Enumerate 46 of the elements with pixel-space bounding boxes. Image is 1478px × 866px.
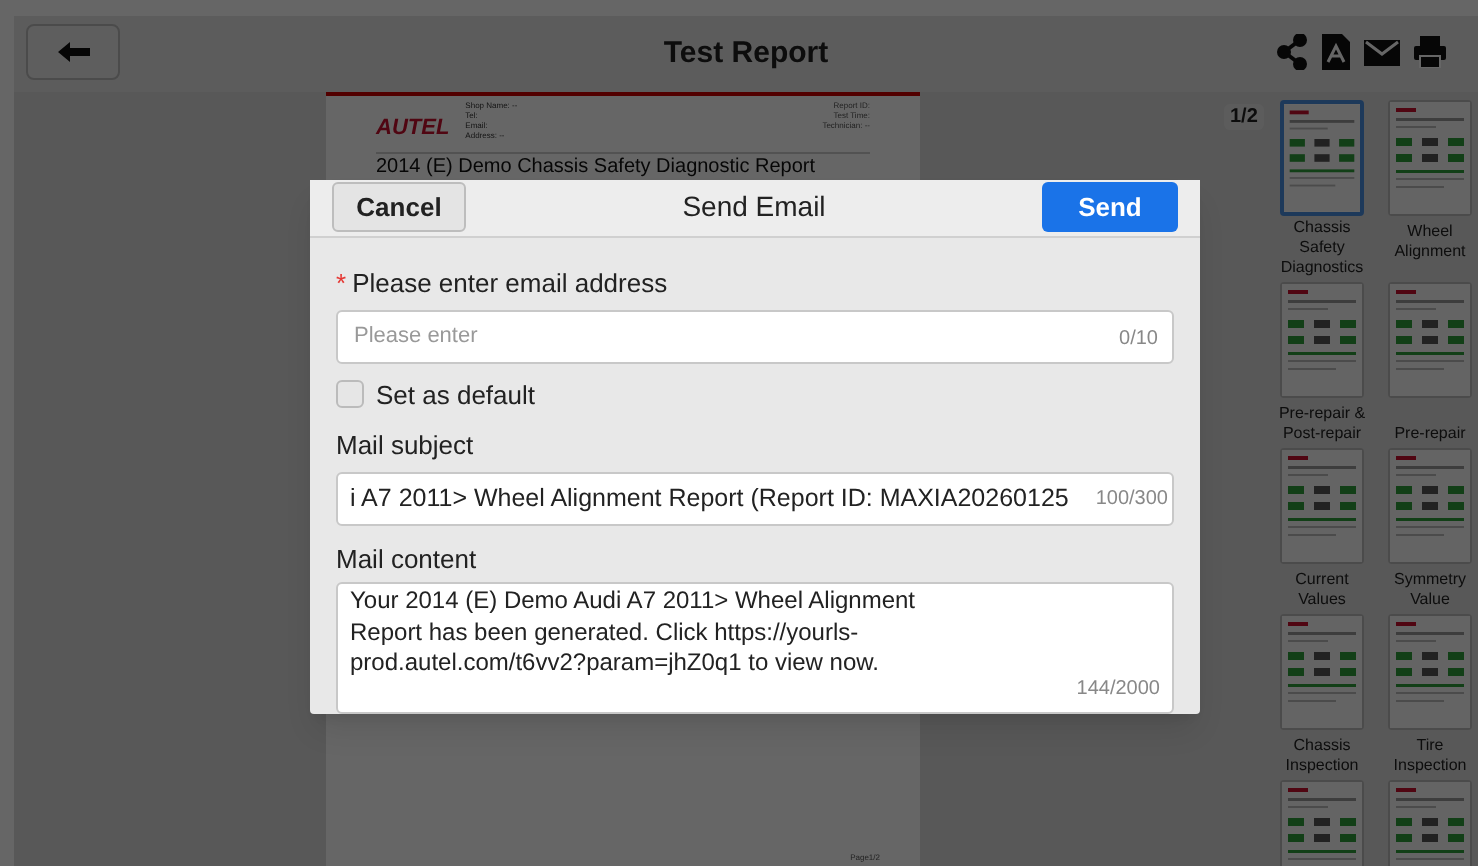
thumbnail-label: Wheel Alignment — [1392, 220, 1468, 262]
page-indicator: 1/2 — [1224, 104, 1264, 130]
report-thumbnail[interactable] — [1280, 100, 1364, 216]
report-thumbnail[interactable] — [1280, 448, 1364, 564]
set-default-label: Set as default — [376, 377, 535, 413]
printer-icon[interactable] — [1414, 36, 1446, 68]
required-mark: * — [336, 267, 347, 297]
set-default-checkbox[interactable] — [336, 380, 364, 409]
email-label: Please enter email address — [352, 267, 668, 297]
thumbnail-label: Symmetry Value — [1392, 568, 1468, 610]
thumbnail-label: Current Values — [1293, 568, 1351, 610]
report-thumbnail[interactable] — [1280, 780, 1364, 866]
character-counter: 100/300 — [1095, 486, 1168, 514]
report-thumbnail[interactable] — [1388, 780, 1472, 866]
screen-title: Test Report — [663, 33, 829, 74]
report-thumbnail[interactable] — [1280, 282, 1364, 398]
report-thumbnail[interactable] — [1388, 282, 1472, 398]
brand-logo: AUTEL — [376, 114, 450, 144]
thumbnail-label: Chassis Safety Diagnostics — [1278, 218, 1366, 278]
report-title: 2014 (E) Demo Chassis Safety Diagnostic Report — [376, 155, 818, 179]
subject-value: i A7 2011> Wheel Alignment Report (Report ID: MAXIA20260125 — [350, 482, 1069, 517]
subject-input-field[interactable]: i A7 2011> Wheel Alignment Report (Report ID: MAXIA20260125 100/300 — [336, 472, 1174, 526]
content-text: Your 2014 (E) Demo Audi A7 2011> Wheel Alignment Report has been generated. Click https://yourls-prod.autel.com/t6vv2?param=jhZ0q1 to view now. — [350, 586, 918, 679]
share-icon[interactable] — [1276, 34, 1308, 70]
thumbnail-label: Pre-repair — [1392, 422, 1468, 444]
thumbnail-label: Chassis Inspection — [1283, 734, 1361, 776]
thumbnail-label: Pre-repair & Post-repair — [1276, 402, 1368, 444]
report-preview-drawing — [1282, 782, 1362, 866]
dialog-title: Send Email — [682, 188, 826, 227]
subject-label: Mail subject — [336, 430, 476, 460]
report-thumbnail[interactable] — [1280, 614, 1364, 730]
thumbnail-label: Tire Inspection — [1391, 734, 1469, 776]
content-label: Mail content — [336, 544, 479, 574]
cancel-button[interactable]: Cancel — [332, 182, 466, 233]
character-counter: 0/10 — [1119, 327, 1158, 351]
report-thumbnail[interactable] — [1388, 100, 1472, 216]
pdf-icon[interactable] — [1322, 34, 1350, 70]
back-button[interactable] — [26, 24, 120, 80]
back-arrow-icon — [57, 42, 89, 62]
mail-icon[interactable] — [1364, 39, 1400, 65]
send-button[interactable]: Send — [1042, 182, 1178, 233]
content-text-area[interactable]: Your 2014 (E) Demo Audi A7 2011> Wheel Alignment Report has been generated. Click https://yourls-prod.autel.com/t6vv2?param=jhZ0q1 to view now. 144/2000 — [336, 582, 1174, 714]
character-counter: 144/2000 — [1076, 676, 1160, 704]
report-thumbnail[interactable] — [1388, 448, 1472, 564]
report-preview-drawing — [1390, 782, 1470, 866]
report-thumbnail[interactable] — [1388, 614, 1472, 730]
